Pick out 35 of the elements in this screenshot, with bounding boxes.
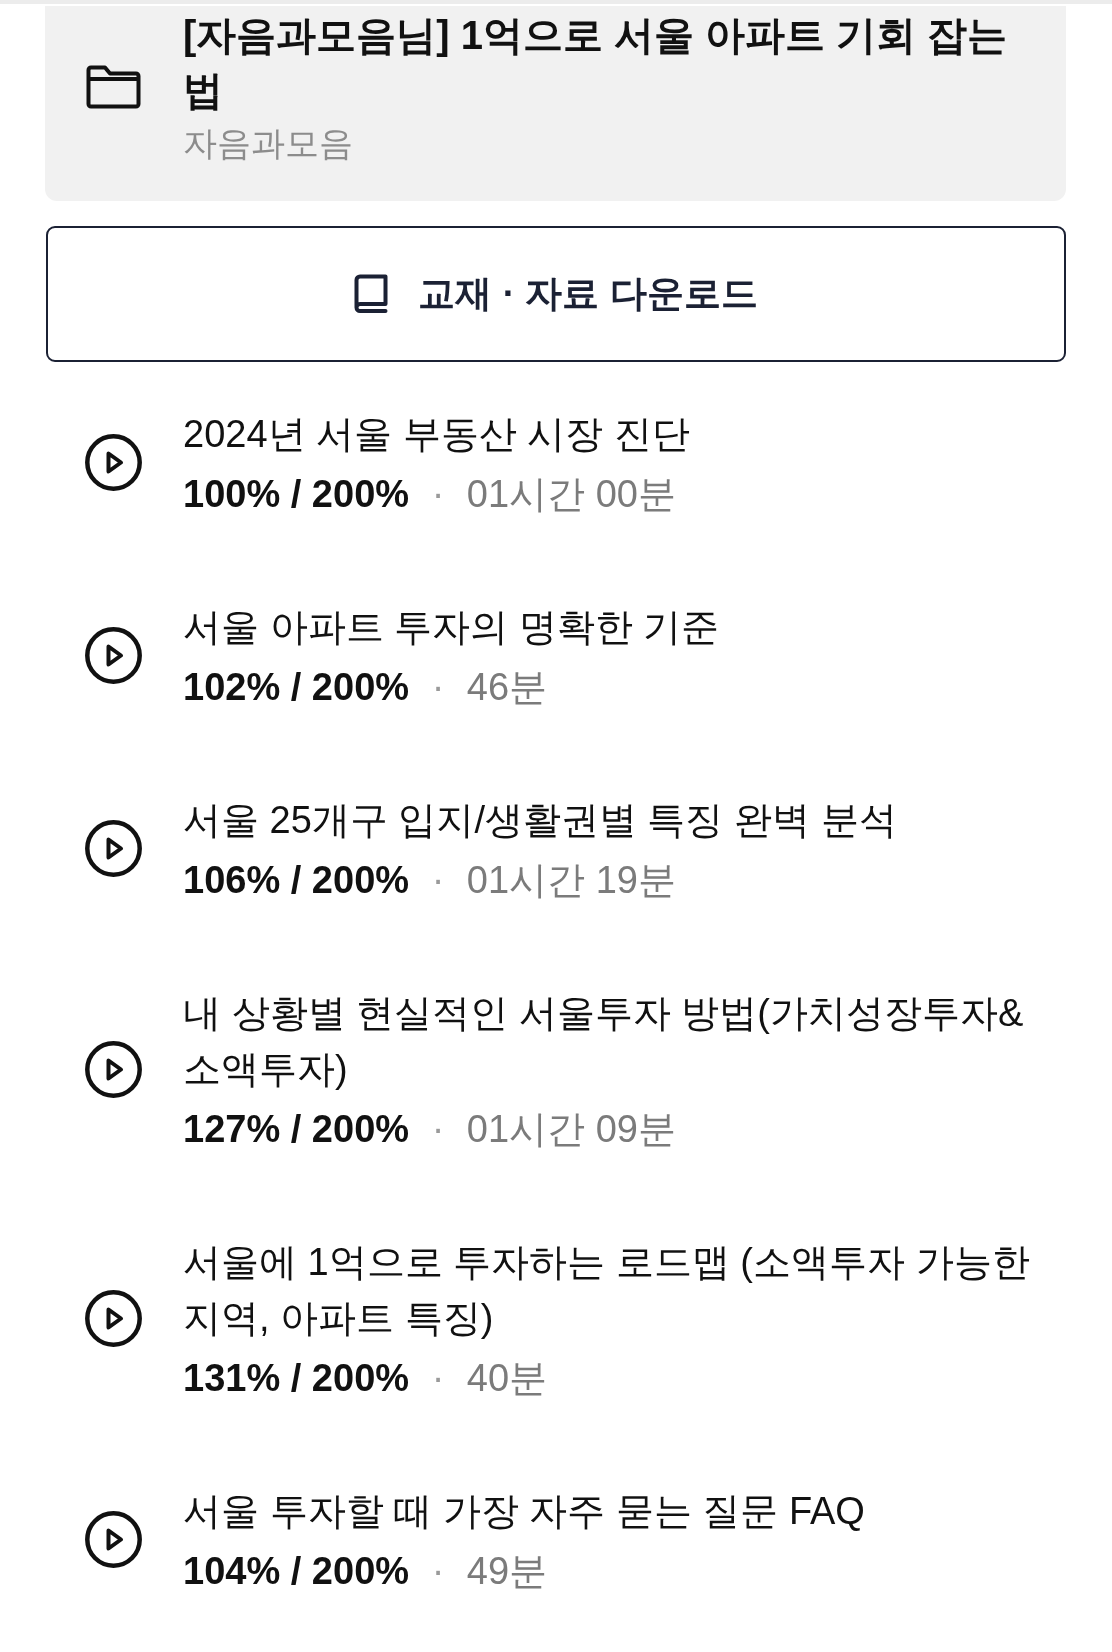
duration-text: 46분 (466, 666, 548, 708)
lecture-title[interactable]: 내 상황별 현실적인 서울투자 방법(가치성장투자&소액투자) (183, 985, 1045, 1097)
book-icon (354, 274, 389, 314)
lecture-title[interactable]: 2024년 서울 부동산 시장 진단 (183, 406, 1045, 462)
folder-icon (86, 65, 141, 109)
separator: · (431, 473, 445, 515)
duration-text: 01시간 00분 (466, 473, 676, 515)
play-icon[interactable] (85, 1511, 142, 1568)
play-icon[interactable] (85, 820, 142, 877)
play-icon[interactable] (85, 1041, 142, 1098)
play-icon[interactable] (85, 434, 142, 491)
download-button[interactable]: 교재 · 자료 다운로드 (46, 226, 1066, 362)
separator: · (431, 859, 445, 901)
progress-text: 131% / 200% (183, 1357, 410, 1399)
progress-text: 102% / 200% (183, 666, 410, 708)
progress-text: 127% / 200% (183, 1108, 410, 1150)
separator: · (431, 1550, 445, 1592)
progress-text: 100% / 200% (183, 473, 410, 515)
lecture-title[interactable]: 서울 25개구 입지/생활권별 특징 완벽 분석 (183, 792, 1045, 848)
duration-text: 01시간 19분 (466, 859, 676, 901)
lecture-title[interactable]: 서울 투자할 때 가장 자주 묻는 질문 FAQ (183, 1483, 1045, 1539)
duration-text: 01시간 09분 (466, 1108, 676, 1150)
duration-text: 40분 (466, 1357, 548, 1399)
play-icon[interactable] (85, 1290, 142, 1347)
progress-text: 104% / 200% (183, 1550, 410, 1592)
separator: · (431, 1108, 445, 1150)
separator: · (431, 666, 445, 708)
lecture-title[interactable]: 서울에 1억으로 투자하는 로드맵 (소액투자 가능한 지역, 아파트 특징) (183, 1234, 1045, 1346)
play-icon[interactable] (85, 627, 142, 684)
lecture-title[interactable]: 서울 아파트 투자의 명확한 기준 (183, 599, 1045, 655)
separator: · (431, 1357, 445, 1399)
course-title: [자음과모음님] 1억으로 서울 아파트 기회 잡는 법 (183, 12, 1009, 114)
course-author: 자음과모음 (183, 123, 354, 164)
duration-text: 49분 (466, 1550, 548, 1592)
progress-text: 106% / 200% (183, 859, 410, 901)
